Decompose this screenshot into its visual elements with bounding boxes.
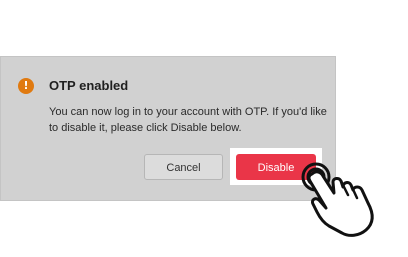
hand-pointer-icon bbox=[301, 162, 374, 237]
screen: ! OTP enabled You can now log in to your… bbox=[0, 0, 408, 257]
dialog-title: OTP enabled bbox=[49, 78, 129, 93]
warning-icon: ! bbox=[18, 78, 34, 94]
cancel-button[interactable]: Cancel bbox=[144, 154, 223, 180]
dialog-message: You can now log in to your account with … bbox=[49, 106, 327, 134]
